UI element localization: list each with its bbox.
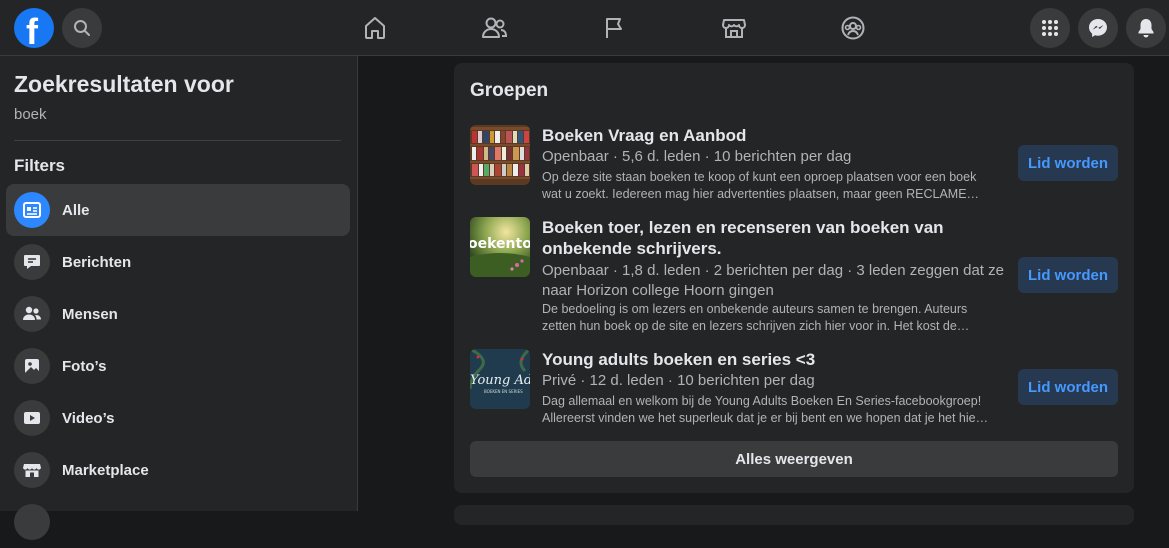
all-results-icon (14, 192, 50, 228)
menu-button[interactable] (1030, 8, 1070, 48)
group-result-item[interactable]: Boeken Vraag en Aanbod Openbaar · 5,6 d.… (470, 125, 1118, 205)
show-all-groups-button[interactable]: Alles weergeven (470, 441, 1118, 477)
group-result-item[interactable]: Young Adults BOEKEN EN SERIES Young adul… (470, 349, 1118, 429)
nav-friends[interactable] (478, 12, 510, 44)
messenger-icon (1088, 18, 1108, 38)
group-name[interactable]: Boeken toer, lezen en recenseren van boe… (542, 217, 972, 259)
join-group-button[interactable]: Lid worden (1018, 145, 1118, 181)
groups-icon (840, 15, 866, 41)
filter-item-people[interactable]: Mensen (6, 288, 350, 340)
group-meta-line: naar Horizon college Hoorn gingen (542, 282, 774, 299)
pages-flag-icon (601, 15, 627, 41)
people-icon (14, 296, 50, 332)
home-icon (362, 15, 388, 41)
more-filter-icon (14, 504, 50, 540)
group-description-line: Dag allemaal en welkom bij de Young Adul… (542, 394, 982, 408)
group-description-line: Allereerst vinden we het superleuk dat j… (542, 411, 989, 425)
group-description-line: zetten hun boek op de site en lezers sch… (542, 319, 970, 333)
menu-grid-icon (1041, 19, 1059, 37)
join-group-button[interactable]: Lid worden (1018, 369, 1118, 405)
thumbnail-text: Young Adults (470, 373, 530, 388)
filter-item-photos[interactable]: Foto’s (6, 340, 350, 392)
filter-item-label: Marketplace (62, 461, 149, 479)
group-description-line: De bedoeling is om lezers en onbekende a… (542, 302, 968, 316)
marketplace-icon (14, 452, 50, 488)
join-group-button[interactable]: Lid worden (1018, 257, 1118, 293)
nav-home[interactable] (359, 12, 391, 44)
filter-item-posts[interactable]: Berichten (6, 236, 350, 288)
group-meta: Openbaar · 1,8 d. leden · 2 berichten pe… (542, 261, 1012, 301)
filter-item-label: Berichten (62, 253, 132, 271)
group-meta: Privé · 12 d. leden · 10 berichten per d… (542, 372, 815, 389)
search-results-title: Zoekresultaten voor (14, 71, 234, 97)
groups-results-card: Groepen Boeken Vraag en Aanbod Openbaar … (454, 63, 1134, 493)
messenger-button[interactable] (1078, 8, 1118, 48)
thumbnail-text: oekento (470, 236, 530, 252)
group-name-line: onbekende schrijvers. (542, 239, 722, 258)
group-description-line: Op deze site staan boeken te koop of kun… (542, 170, 977, 184)
group-meta-line: Openbaar · 1,8 d. leden · 2 berichten pe… (542, 262, 1004, 279)
search-filters-sidebar: Zoekresultaten voor boek Filters Alle Be… (0, 56, 358, 540)
search-button[interactable] (62, 8, 102, 48)
top-navigation-bar: f (0, 0, 1169, 56)
notifications-icon (1137, 18, 1155, 38)
search-icon (73, 19, 91, 37)
group-description-line: wat u zoekt. Iedereen mag hier advertent… (542, 187, 980, 201)
group-thumbnail[interactable]: Young Adults BOEKEN EN SERIES (470, 349, 530, 409)
filter-item-label: Alle (62, 201, 90, 219)
filter-item-videos[interactable]: Video’s (6, 392, 350, 444)
divider (14, 140, 341, 141)
photos-icon (14, 348, 50, 384)
posts-icon (14, 244, 50, 280)
filters-heading: Filters (14, 156, 66, 175)
groups-section-title: Groepen (470, 80, 549, 101)
filter-item-marketplace[interactable]: Marketplace (6, 444, 350, 496)
friends-icon (480, 15, 508, 41)
filter-item-label: Foto’s (62, 357, 107, 375)
group-name[interactable]: Boeken Vraag en Aanbod (542, 125, 972, 146)
group-name-line: Boeken toer, lezen en recenseren van boe… (542, 218, 944, 237)
filter-item-label: Mensen (62, 305, 118, 323)
group-result-item[interactable]: oekento Boeken toer, lezen en recenseren… (470, 217, 1118, 333)
group-thumbnail[interactable] (470, 125, 530, 185)
group-thumbnail[interactable]: oekento (470, 217, 530, 277)
thumbnail-subtext: BOEKEN EN SERIES (484, 389, 523, 394)
search-query: boek (14, 106, 47, 123)
notifications-button[interactable] (1126, 8, 1166, 48)
marketplace-icon (721, 15, 747, 41)
filter-item-more[interactable] (6, 496, 350, 548)
group-name[interactable]: Young adults boeken en series <3 (542, 349, 972, 370)
filter-item-label: Video’s (62, 409, 115, 427)
nav-pages[interactable] (598, 12, 630, 44)
next-results-card (454, 505, 1134, 525)
facebook-logo[interactable]: f (14, 8, 54, 48)
filter-item-all[interactable]: Alle (6, 184, 350, 236)
group-meta: Openbaar · 5,6 d. leden · 10 berichten p… (542, 148, 852, 165)
nav-marketplace[interactable] (718, 12, 750, 44)
nav-groups[interactable] (837, 12, 869, 44)
video-icon (14, 400, 50, 436)
